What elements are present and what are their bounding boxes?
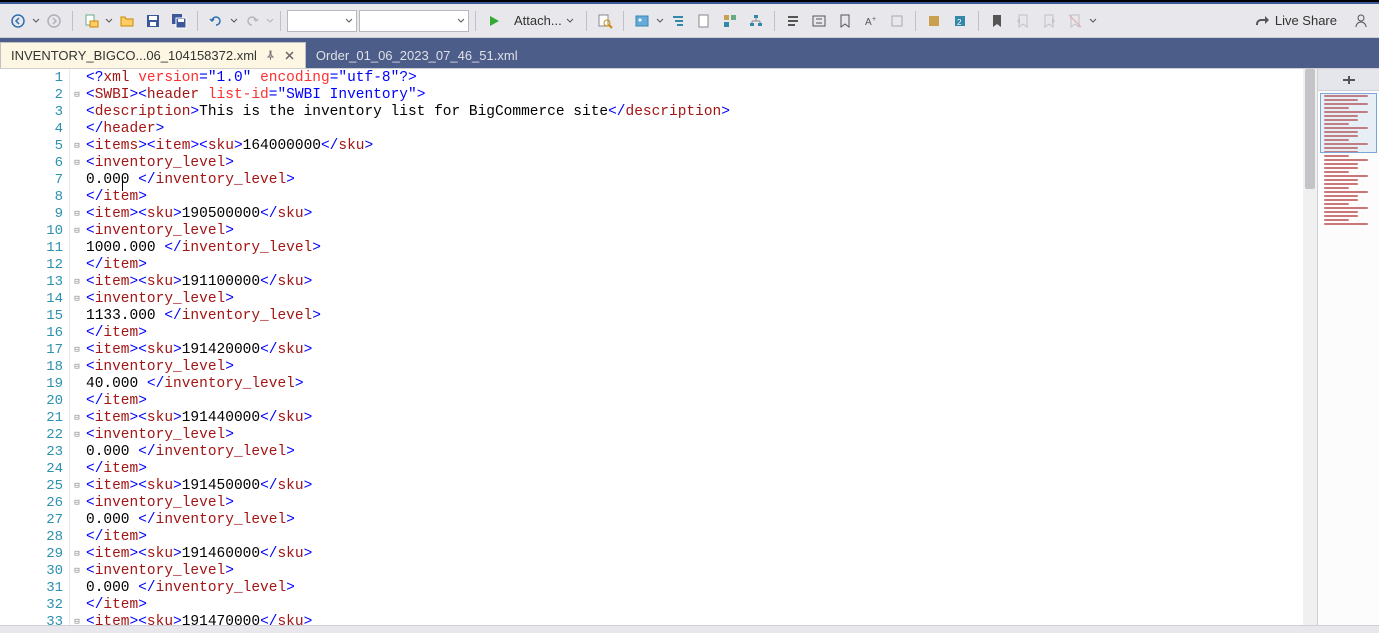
clear-bookmarks-button[interactable] — [1063, 9, 1087, 33]
comment-button[interactable] — [781, 9, 805, 33]
document-tabs: INVENTORY_BIGCO...06_104158372.xml Order… — [0, 38, 1379, 68]
line-number-gutter: 1234567891011121314151617181920212223242… — [0, 69, 70, 625]
vertical-scrollbar[interactable] — [1303, 69, 1317, 625]
tab-inventory-xml[interactable]: INVENTORY_BIGCO...06_104158372.xml — [0, 42, 306, 68]
redo-button[interactable] — [240, 9, 264, 33]
split-editor-button[interactable] — [1318, 69, 1379, 91]
class-view-button[interactable] — [718, 9, 742, 33]
undo-button[interactable] — [204, 9, 228, 33]
find-in-files-button[interactable] — [593, 9, 617, 33]
attach-label: Attach... — [514, 13, 562, 28]
start-button[interactable] — [482, 9, 506, 33]
live-share-button[interactable]: Live Share — [1249, 9, 1343, 33]
overflow-dropdown[interactable] — [1089, 17, 1097, 25]
live-share-label: Live Share — [1275, 13, 1337, 28]
prev-bookmark-button[interactable] — [1011, 9, 1035, 33]
new-file-button[interactable] — [79, 9, 103, 33]
bookmark-button[interactable] — [985, 9, 1009, 33]
svg-text:A: A — [865, 17, 872, 28]
step-button-1[interactable] — [922, 9, 946, 33]
minimap[interactable] — [1318, 91, 1379, 625]
code-content[interactable]: <?xml version="1.0" encoding="utf-8"?><S… — [86, 69, 1317, 625]
svg-text:+: + — [872, 16, 876, 23]
uncomment-button[interactable] — [807, 9, 831, 33]
toggle-bookmark-button[interactable] — [833, 9, 857, 33]
box-button[interactable] — [885, 9, 909, 33]
close-icon[interactable] — [284, 50, 295, 61]
image-dropdown[interactable] — [656, 17, 664, 25]
text-cursor — [122, 176, 123, 191]
editor-right-well — [1317, 69, 1379, 625]
save-all-button[interactable] — [167, 9, 191, 33]
image-button[interactable] — [630, 9, 654, 33]
undo-dropdown[interactable] — [230, 17, 238, 25]
new-file-dropdown[interactable] — [105, 17, 113, 25]
main-toolbar: Attach... A+ 2 Live Share — [0, 4, 1379, 38]
document-icon[interactable] — [692, 9, 716, 33]
solution-config-combo[interactable] — [287, 10, 357, 32]
text-a-plus-button[interactable]: A+ — [859, 9, 883, 33]
list-button[interactable] — [666, 9, 690, 33]
status-bar — [0, 625, 1379, 633]
nav-forward-button[interactable] — [42, 9, 66, 33]
solution-platform-combo[interactable] — [359, 10, 469, 32]
tab-order-xml[interactable]: Order_01_06_2023_07_46_51.xml — [306, 42, 528, 68]
nav-back-dropdown[interactable] — [32, 17, 40, 25]
fold-column[interactable]: ⊟⊟⊟⊟⊟⊟⊟⊟⊟⊟⊟⊟⊟⊟⊟⊟ — [70, 69, 84, 625]
save-button[interactable] — [141, 9, 165, 33]
tab-label: Order_01_06_2023_07_46_51.xml — [316, 48, 518, 63]
share-icon — [1255, 13, 1271, 29]
hierarchy-button[interactable] — [744, 9, 768, 33]
scrollbar-thumb[interactable] — [1305, 69, 1315, 189]
open-file-button[interactable] — [115, 9, 139, 33]
attach-button[interactable]: Attach... — [508, 9, 580, 33]
pin-icon[interactable] — [265, 50, 276, 61]
svg-text:2: 2 — [957, 18, 962, 27]
nav-back-button[interactable] — [6, 9, 30, 33]
next-bookmark-button[interactable] — [1037, 9, 1061, 33]
step-button-2[interactable]: 2 — [948, 9, 972, 33]
redo-dropdown[interactable] — [266, 17, 274, 25]
minimap-viewport[interactable] — [1320, 93, 1377, 153]
code-editor[interactable]: 1234567891011121314151617181920212223242… — [0, 69, 1317, 625]
tab-label: INVENTORY_BIGCO...06_104158372.xml — [11, 48, 257, 63]
account-button[interactable] — [1349, 9, 1373, 33]
